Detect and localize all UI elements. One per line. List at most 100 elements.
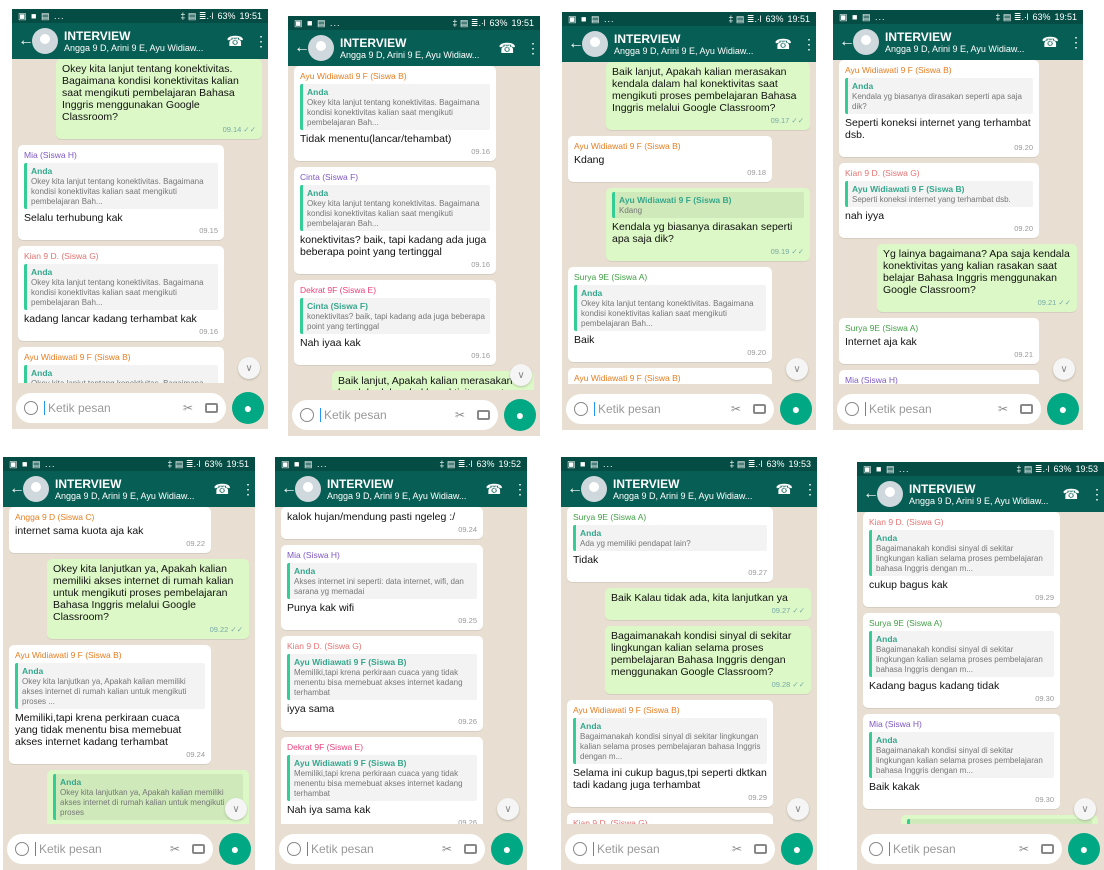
group-avatar-icon[interactable] (853, 29, 879, 55)
message-input[interactable]: Ketik pesan ✂ (566, 394, 774, 424)
message-list[interactable]: Ayu Widiawati 9 F (Siswa B) Anda Okey kita… (288, 66, 540, 390)
message-list[interactable]: Kian 9 D. (Siswa G) Anda Bagaimanakah kond… (857, 512, 1104, 824)
outgoing-message[interactable]: Ayu Widiawati 9 F (Siswa B)Selama ini cu… (901, 815, 1098, 824)
back-arrow-icon[interactable]: ← (9, 480, 25, 498)
call-add-icon[interactable]: ☎ (1042, 34, 1059, 51)
quoted-reply[interactable]: Ayu Widiawati 9 F (Siswa B) Seperti konek… (845, 181, 1033, 207)
emoji-icon[interactable] (845, 402, 859, 416)
group-avatar-icon[interactable] (23, 476, 49, 502)
group-avatar-icon[interactable] (295, 476, 321, 502)
incoming-message[interactable]: Dekrat 9F (Siswa E) Ayu Widiawati 9 F (Si… (281, 737, 483, 824)
quoted-reply[interactable]: Anda Bagaimanakah kondisi sinyal di sekit… (869, 530, 1054, 576)
camera-icon[interactable] (754, 844, 767, 854)
scroll-down-icon[interactable]: ∨ (1074, 798, 1096, 820)
quoted-reply[interactable]: Ayu Widiawati 9 F (Siswa B) Kdang (612, 192, 804, 218)
incoming-message[interactable]: Mia (Siswa H)Internet09.21 (839, 370, 1039, 384)
incoming-message[interactable]: Ayu Widiawati 9 F (Siswa B) Kdang 09.18 (568, 136, 772, 182)
outgoing-message[interactable]: Baik Kalau tidak ada, kita lanjutkan ya 0… (605, 588, 811, 620)
mic-icon[interactable]: ● (1047, 393, 1079, 425)
mic-icon[interactable]: ● (780, 393, 812, 425)
scroll-down-icon[interactable]: ∨ (225, 798, 247, 820)
group-avatar-icon[interactable] (582, 31, 608, 57)
back-arrow-icon[interactable]: ← (863, 485, 879, 503)
incoming-message[interactable]: Dekrat 9F (Siswa E) Cinta (Siswa F) konekt… (294, 280, 496, 365)
chat-title-block[interactable]: INTERVIEW Angga 9 D, Arini 9 E, Ayu Widia… (64, 29, 217, 53)
incoming-message[interactable]: Surya 9E (Siswa A) Anda Ada yg memiliki pe… (567, 507, 773, 582)
chat-title-block[interactable]: INTERVIEW Angga 9 D, Arini 9 E, Ayu Widia… (909, 482, 1053, 506)
incoming-message[interactable]: Surya 9E (Siswa A) Anda Okey kita lanjut t… (568, 267, 772, 362)
menu-dots-icon[interactable]: ⋮ (241, 481, 255, 498)
menu-dots-icon[interactable]: ⋮ (803, 481, 817, 498)
outgoing-message[interactable]: Baik lanjut, Apakah kalian merasakan ken… (332, 371, 534, 390)
incoming-message[interactable]: Ayu Widiawati 9 F (Siswa B)AndaKendala y… (568, 368, 772, 384)
group-avatar-icon[interactable] (308, 35, 334, 61)
incoming-message[interactable]: Mia (Siswa H) Anda Bagaimanakah kondisi si… (863, 714, 1060, 809)
back-arrow-icon[interactable]: ← (281, 480, 297, 498)
quoted-reply[interactable]: Anda Bagaimanakah kondisi sinyal di sekit… (573, 718, 767, 764)
attach-icon[interactable]: ✂ (170, 842, 180, 856)
scroll-down-icon[interactable]: ∨ (497, 798, 519, 820)
outgoing-message[interactable]: Okey kita lanjutkan ya, Apakah kalian me… (47, 559, 249, 639)
incoming-message[interactable]: Surya 9E (Siswa A) Internet aja kak 09.21 (839, 318, 1039, 364)
incoming-message[interactable]: Kian 9 D. (Siswa G)Anda (567, 813, 773, 824)
chat-title-block[interactable]: INTERVIEW Angga 9 D, Arini 9 E, Ayu Widia… (613, 477, 766, 501)
camera-icon[interactable] (1041, 844, 1054, 854)
call-add-icon[interactable]: ☎ (227, 33, 244, 50)
quoted-reply[interactable]: AndaOkey kita lanjut tentang konektivita… (574, 285, 766, 331)
outgoing-message[interactable]: Yg lainya bagaimana? Apa saja kendala ko… (877, 244, 1077, 312)
attach-icon[interactable]: ✂ (1019, 842, 1029, 856)
outgoing-message[interactable]: Okey kita lanjut tentang konektivitas. B… (56, 59, 262, 139)
quoted-reply[interactable]: Anda Okey kita lanjutkan ya, Apakah kalia… (53, 774, 243, 820)
outgoing-message[interactable]: Bagaimanakah kondisi sinyal di sekitar l… (605, 626, 811, 694)
incoming-message[interactable]: Ayu Widiawati 9 F (Siswa B) AndaOkey kita… (18, 347, 224, 383)
mic-icon[interactable]: ● (1068, 833, 1100, 865)
mic-icon[interactable]: ● (491, 833, 523, 865)
quoted-reply[interactable]: AndaOkey kita lanjut tentang konektivita… (300, 185, 490, 231)
incoming-message[interactable]: Ayu Widiawati 9 F (Siswa B)AndaKendala y… (839, 60, 1039, 157)
attach-icon[interactable]: ✂ (183, 401, 193, 415)
quoted-reply[interactable]: Anda Okey kita lanjutkan ya, Apakah kalia… (15, 663, 205, 709)
group-avatar-icon[interactable] (877, 481, 903, 507)
chat-title-block[interactable]: INTERVIEW Angga 9 D, Arini 9 E, Ayu Widia… (614, 32, 765, 56)
message-input[interactable]: Ketik pesan ✂ (16, 393, 226, 423)
chat-title-block[interactable]: INTERVIEW Angga 9 D, Arini 9 E, Ayu Widia… (55, 477, 204, 501)
incoming-message[interactable]: Angga 9 D (Siswa C) internet sama kuota a… (9, 507, 211, 553)
outgoing-message[interactable]: Anda Okey kita lanjutkan ya, Apakah kalia… (47, 770, 249, 824)
chat-title-block[interactable]: INTERVIEW Angga 9 D, Arini 9 E, Ayu Widia… (340, 36, 489, 60)
attach-icon[interactable]: ✂ (442, 842, 452, 856)
emoji-icon[interactable] (573, 842, 587, 856)
message-input[interactable]: Ketik pesan ✂ (292, 400, 498, 430)
incoming-message[interactable]: Mia (Siswa H) Anda Okey kita lanjut tentan… (18, 145, 224, 240)
quoted-reply[interactable]: AndaOkey kita lanjut tentang konektivita… (24, 163, 218, 209)
emoji-icon[interactable] (574, 402, 588, 416)
quoted-reply[interactable]: Ayu Widiawati 9 F (Siswa B)Selama ini cu… (907, 819, 1092, 824)
mic-icon[interactable]: ● (504, 399, 536, 431)
chat-title-block[interactable]: INTERVIEW Angga 9 D, Arini 9 E, Ayu Widia… (327, 477, 476, 501)
scroll-down-icon[interactable]: ∨ (238, 357, 260, 379)
message-list[interactable]: Ayu Widiawati 9 F (Siswa B) Anda Kendala y… (833, 60, 1083, 384)
message-list[interactable]: Surya 9E (Siswa A) Anda Ada yg memiliki pe… (561, 507, 817, 824)
incoming-message[interactable]: Ayu Widiawati 9 F (Siswa B) AndaOkey kita… (294, 66, 496, 161)
back-arrow-icon[interactable]: ← (567, 480, 583, 498)
quoted-reply[interactable]: Ayu Widiawati 9 F (Siswa B) Memiliki,tapi… (287, 654, 477, 700)
mic-icon[interactable]: ● (781, 833, 813, 865)
quoted-reply[interactable]: AndaOkey kita lanjut tentang konektivita… (300, 84, 490, 130)
quoted-reply[interactable]: Anda Ada yg memiliki pendapat lain? (573, 525, 767, 551)
back-arrow-icon[interactable]: ← (294, 39, 310, 57)
scroll-down-icon[interactable]: ∨ (1053, 358, 1075, 380)
call-add-icon[interactable]: ☎ (499, 40, 516, 57)
message-input[interactable]: Ketik pesan ✂ (861, 834, 1062, 864)
incoming-message[interactable]: Kian 9 D. (Siswa G) Ayu Widiawati 9 F (Si… (839, 163, 1039, 238)
quoted-reply[interactable]: Cinta (Siswa F) konektivitas? baik, tapi … (300, 298, 490, 334)
quoted-reply[interactable]: Anda Bagaimanakah kondisi sinyal di sekit… (869, 732, 1054, 778)
chat-title-block[interactable]: INTERVIEW Angga 9 D, Arini 9 E, Ayu Widia… (885, 30, 1032, 54)
message-input[interactable]: Ketik pesan ✂ (7, 834, 213, 864)
incoming-message[interactable]: Kian 9 D. (Siswa G) Anda Okey kita lanjut … (18, 246, 224, 341)
outgoing-message[interactable]: Baik lanjut, Apakah kalian merasakan ken… (606, 62, 810, 130)
call-add-icon[interactable]: ☎ (214, 481, 231, 498)
message-input[interactable]: Ketik pesan ✂ (837, 394, 1041, 424)
camera-icon[interactable] (464, 844, 477, 854)
message-list[interactable]: Okey kita lanjut tentang konektivitas. B… (12, 59, 268, 383)
scroll-down-icon[interactable]: ∨ (786, 358, 808, 380)
incoming-message[interactable]: Mia (Siswa H) Anda Akses internet ini sepe… (281, 545, 483, 630)
